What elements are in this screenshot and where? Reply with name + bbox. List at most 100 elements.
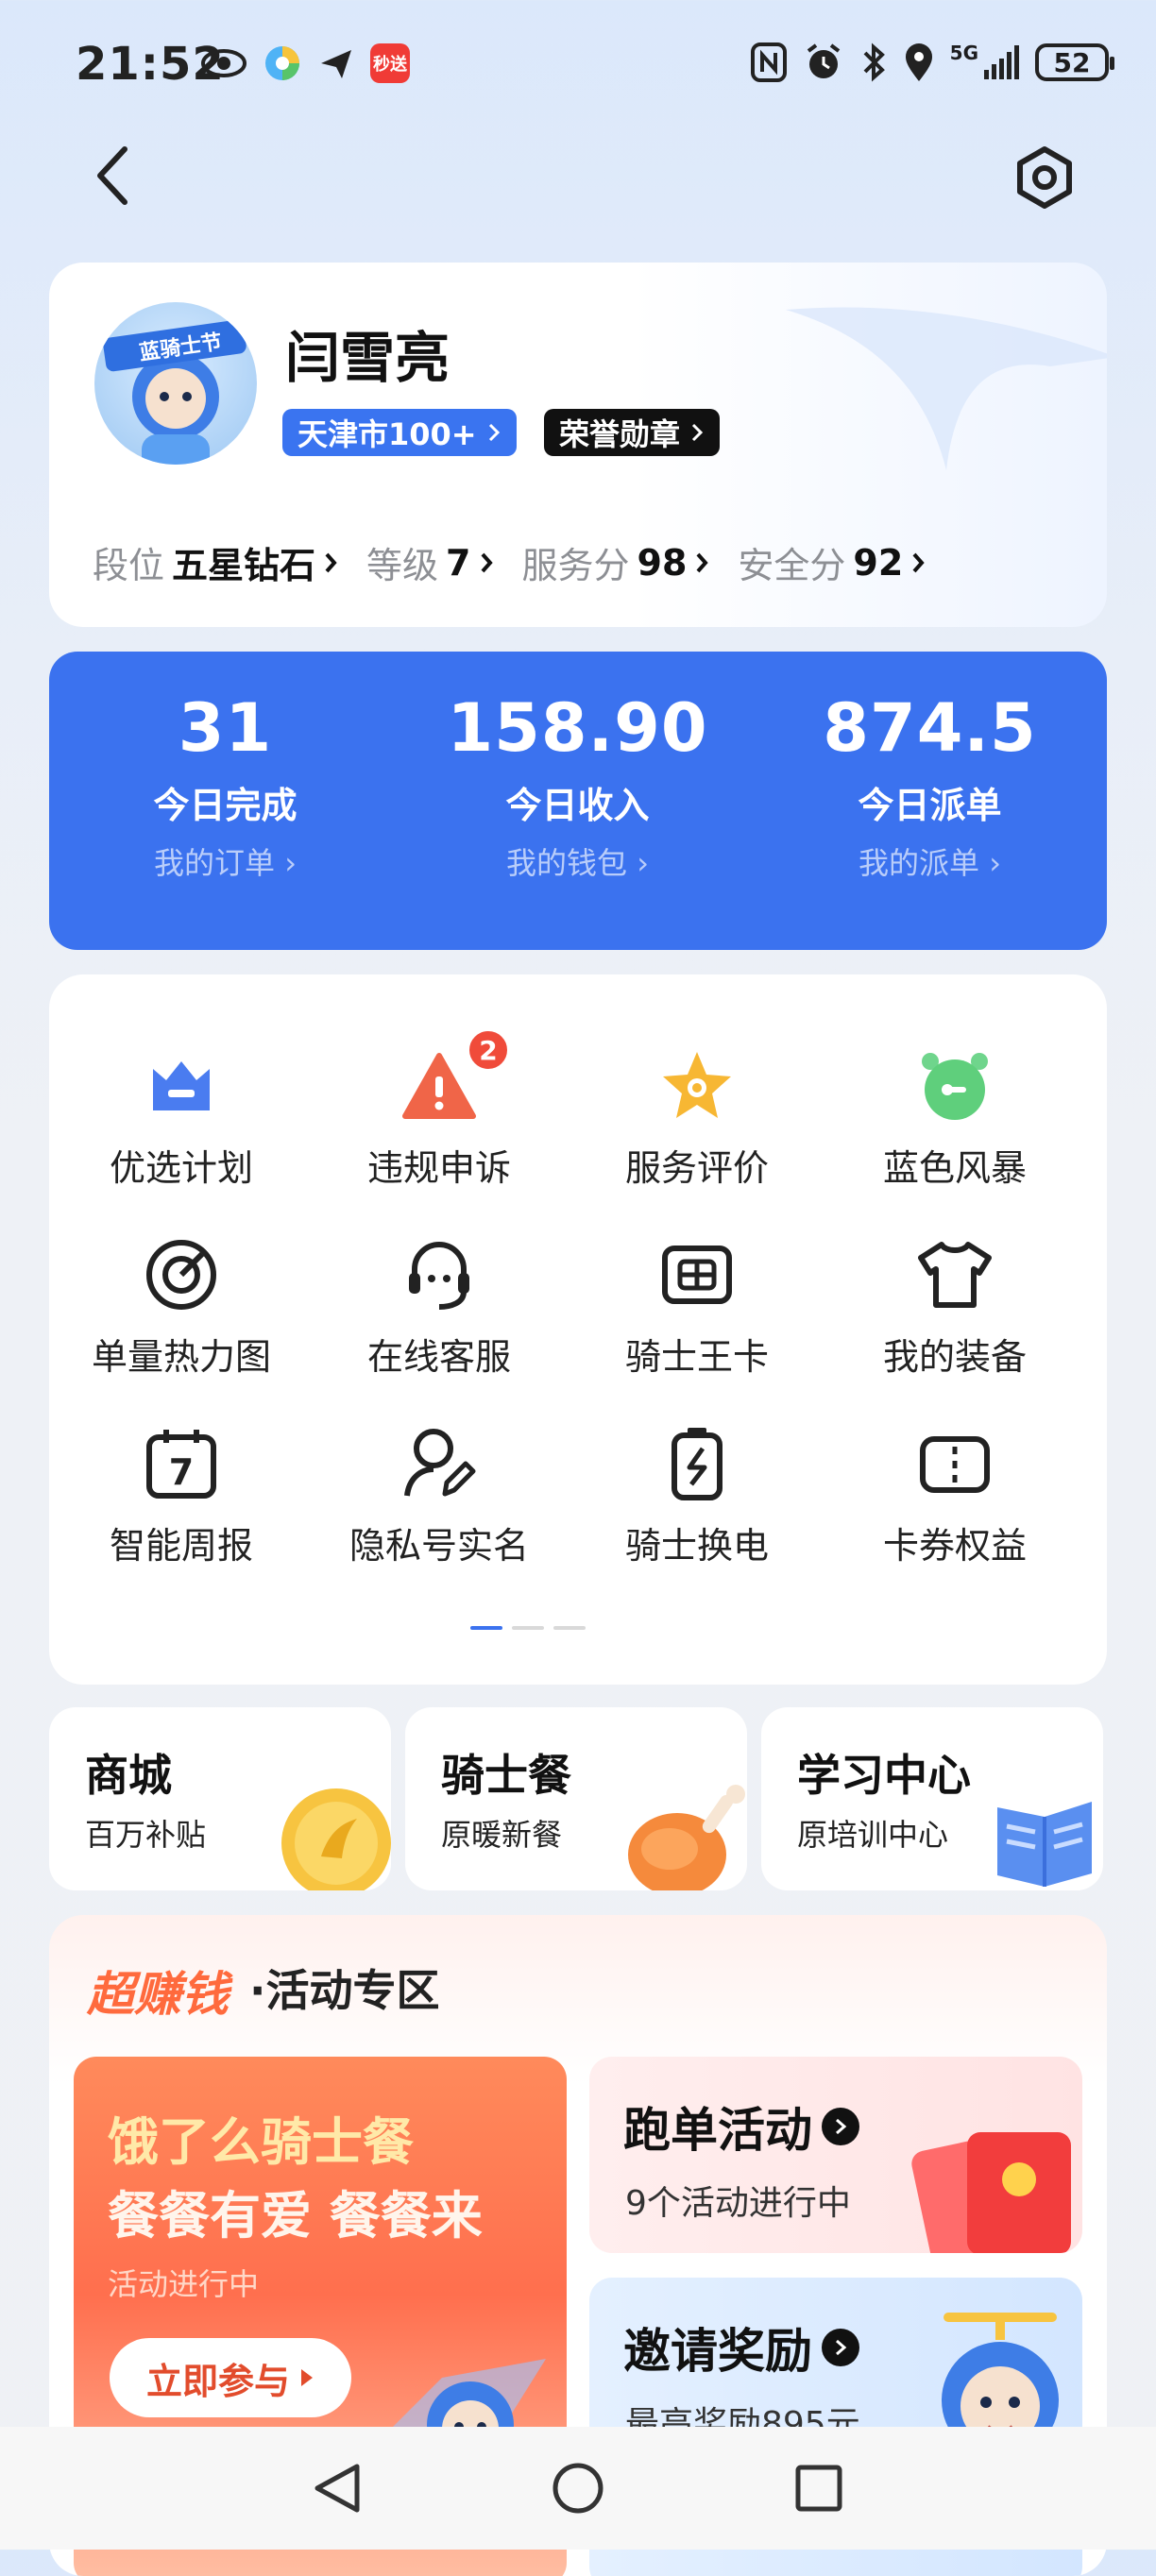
- system-nav-bar: [0, 2427, 1156, 2550]
- network-label: 5G: [949, 42, 978, 64]
- recents-square-icon[interactable]: [786, 2455, 852, 2521]
- grid-item-my-equipment[interactable]: 我的装备: [823, 1211, 1087, 1399]
- promo-run-activity[interactable]: 跑单活动 9个活动进行中: [589, 2057, 1082, 2253]
- promo-line1: 饿了么骑士餐: [108, 2112, 414, 2172]
- grid-item-privacy-id[interactable]: 隐私号实名: [307, 1399, 571, 1588]
- today-summary-card: 31 今日完成 我的订单 › 158.90 今日收入 我的钱包 › 874.5 …: [49, 652, 1107, 950]
- chevron-right-icon: [912, 552, 925, 572]
- coupon-icon: [920, 1436, 990, 1493]
- summary-value: 874.5: [823, 689, 1037, 767]
- back-triangle-icon[interactable]: [304, 2455, 370, 2521]
- grid-item-coupons[interactable]: 卡券权益: [823, 1399, 1087, 1588]
- grid-label: 在线客服: [366, 1336, 511, 1378]
- tshirt-icon: [918, 1242, 992, 1308]
- location-icon: [905, 43, 932, 81]
- summary-dispatch[interactable]: 874.5 今日派单 我的派单 ›: [754, 652, 1106, 950]
- stat-service-score[interactable]: 服务分 98: [522, 536, 710, 588]
- miaosong-app-icon: 秒送: [370, 43, 410, 83]
- summary-link-text: 我的订单: [154, 845, 276, 881]
- settings-hexagon-icon[interactable]: [1011, 144, 1079, 212]
- stat-rank[interactable]: 段位 五星钻石: [93, 536, 338, 588]
- grid-item-violation-appeal[interactable]: 2 违规申诉: [307, 1022, 571, 1211]
- summary-link[interactable]: 我的钱包 ›: [401, 839, 754, 883]
- user-edit-icon: [404, 1429, 476, 1497]
- stat-label: 段位: [93, 545, 165, 586]
- stat-value: 98: [637, 541, 688, 584]
- headset-icon: [409, 1242, 469, 1310]
- summary-link-text: 我的钱包: [506, 845, 628, 881]
- stat-label: 服务分: [521, 545, 630, 586]
- join-now-button[interactable]: 立即参与: [110, 2338, 351, 2417]
- play-triangle-icon: [301, 2369, 313, 2386]
- page-dot-active: [470, 1626, 502, 1630]
- summary-link[interactable]: 我的派单 ›: [754, 839, 1106, 883]
- feature-sub: 百万补贴: [85, 1817, 207, 1853]
- grid-item-rider-card[interactable]: 骑士王卡: [565, 1211, 829, 1399]
- chevron-left-icon[interactable]: [87, 142, 140, 210]
- grid-item-service-rating[interactable]: 服务评价: [565, 1022, 829, 1211]
- grid-item-blue-storm[interactable]: 蓝色风暴: [823, 1022, 1087, 1211]
- arrow-right-circle-icon: [822, 2108, 859, 2145]
- promo-run-sub: 9个活动进行中: [625, 2184, 851, 2223]
- status-right-icons: 5G 52: [750, 42, 1114, 83]
- alarm-icon: [807, 43, 840, 78]
- feature-card-learning-center[interactable]: 学习中心 原培训中心: [761, 1707, 1103, 1890]
- grid-label: 智能周报: [109, 1525, 253, 1567]
- battery-swap-icon: [672, 1428, 722, 1500]
- grid-label: 骑士换电: [624, 1525, 769, 1567]
- grid-label: 骑士王卡: [624, 1336, 769, 1378]
- feature-title: 骑士餐: [441, 1750, 571, 1801]
- status-left-icons: 秒送: [200, 43, 410, 83]
- summary-link[interactable]: 我的订单 ›: [49, 839, 401, 883]
- summary-label: 今日完成: [153, 785, 298, 826]
- stat-safety-score[interactable]: 安全分 92: [738, 536, 926, 588]
- feature-sub: 原培训中心: [797, 1817, 949, 1853]
- summary-label: 今日派单: [858, 785, 1002, 826]
- honor-medal-label: 荣誉勋章: [559, 416, 681, 452]
- grid-label: 服务评价: [624, 1147, 769, 1189]
- stat-label: 等级: [366, 545, 439, 586]
- promo-line2: 餐餐有爱 餐餐来: [108, 2186, 483, 2246]
- chicken-leg-icon: [628, 1785, 745, 1890]
- book-icon: [997, 1802, 1092, 1887]
- chevron-right-icon: [696, 552, 709, 572]
- function-grid: 优选计划 2 违规申诉 服务评价 蓝色风暴 单量热力图 在线客服 骑士王卡 我的…: [49, 974, 1107, 1685]
- grid-label: 我的装备: [882, 1336, 1027, 1378]
- feature-card-mall[interactable]: 商城 百万补贴: [49, 1707, 391, 1890]
- stat-level[interactable]: 等级 7: [366, 536, 493, 588]
- calendar-icon: 7: [146, 1430, 216, 1499]
- grid-label: 隐私号实名: [348, 1525, 529, 1567]
- grid-item-online-support[interactable]: 在线客服: [307, 1211, 571, 1399]
- stat-label: 安全分: [738, 545, 846, 586]
- stat-value: 五星钻石: [172, 545, 316, 586]
- honor-medal-badge[interactable]: 荣誉勋章: [544, 409, 721, 456]
- app-colorful-icon: [265, 46, 299, 80]
- coin-icon: [281, 1788, 391, 1890]
- grid-label: 单量热力图: [91, 1336, 271, 1378]
- feature-title: 学习中心: [797, 1750, 971, 1801]
- grid-item-battery-swap[interactable]: 骑士换电: [565, 1399, 829, 1588]
- grid-item-heatmap[interactable]: 单量热力图: [49, 1211, 314, 1399]
- calendar-number: 7: [169, 1451, 194, 1493]
- rider-stats-row: 段位 五星钻石 等级 7 服务分 98 安全分 92: [93, 536, 926, 588]
- city-rank-badge[interactable]: 天津市100+: [282, 409, 517, 456]
- send-plane-icon: [321, 50, 351, 78]
- wing-decoration: [786, 307, 1107, 470]
- promo-invite-title: 邀请奖励: [623, 2313, 859, 2381]
- feature-card-rider-meal[interactable]: 骑士餐 原暖新餐: [405, 1707, 747, 1890]
- warning-icon: [402, 1053, 476, 1119]
- stat-value: 7: [446, 541, 471, 584]
- summary-income[interactable]: 158.90 今日收入 我的钱包 ›: [401, 652, 754, 950]
- grid-item-weekly-report[interactable]: 7 智能周报: [49, 1399, 314, 1588]
- summary-completed[interactable]: 31 今日完成 我的订单 ›: [49, 652, 401, 950]
- join-now-label: 立即参与: [145, 2360, 290, 2402]
- feature-title: 商城: [85, 1750, 172, 1801]
- star-icon: [663, 1052, 731, 1118]
- battery-icon: 52: [1035, 43, 1114, 81]
- avatar[interactable]: 蓝骑士节: [94, 302, 257, 465]
- home-circle-icon[interactable]: [545, 2455, 611, 2521]
- activity-title: ·活动专区: [249, 1965, 440, 2016]
- eye-icon: [201, 49, 246, 77]
- red-envelope-icon: [911, 2132, 1071, 2253]
- grid-item-premium-plan[interactable]: 优选计划: [49, 1022, 314, 1211]
